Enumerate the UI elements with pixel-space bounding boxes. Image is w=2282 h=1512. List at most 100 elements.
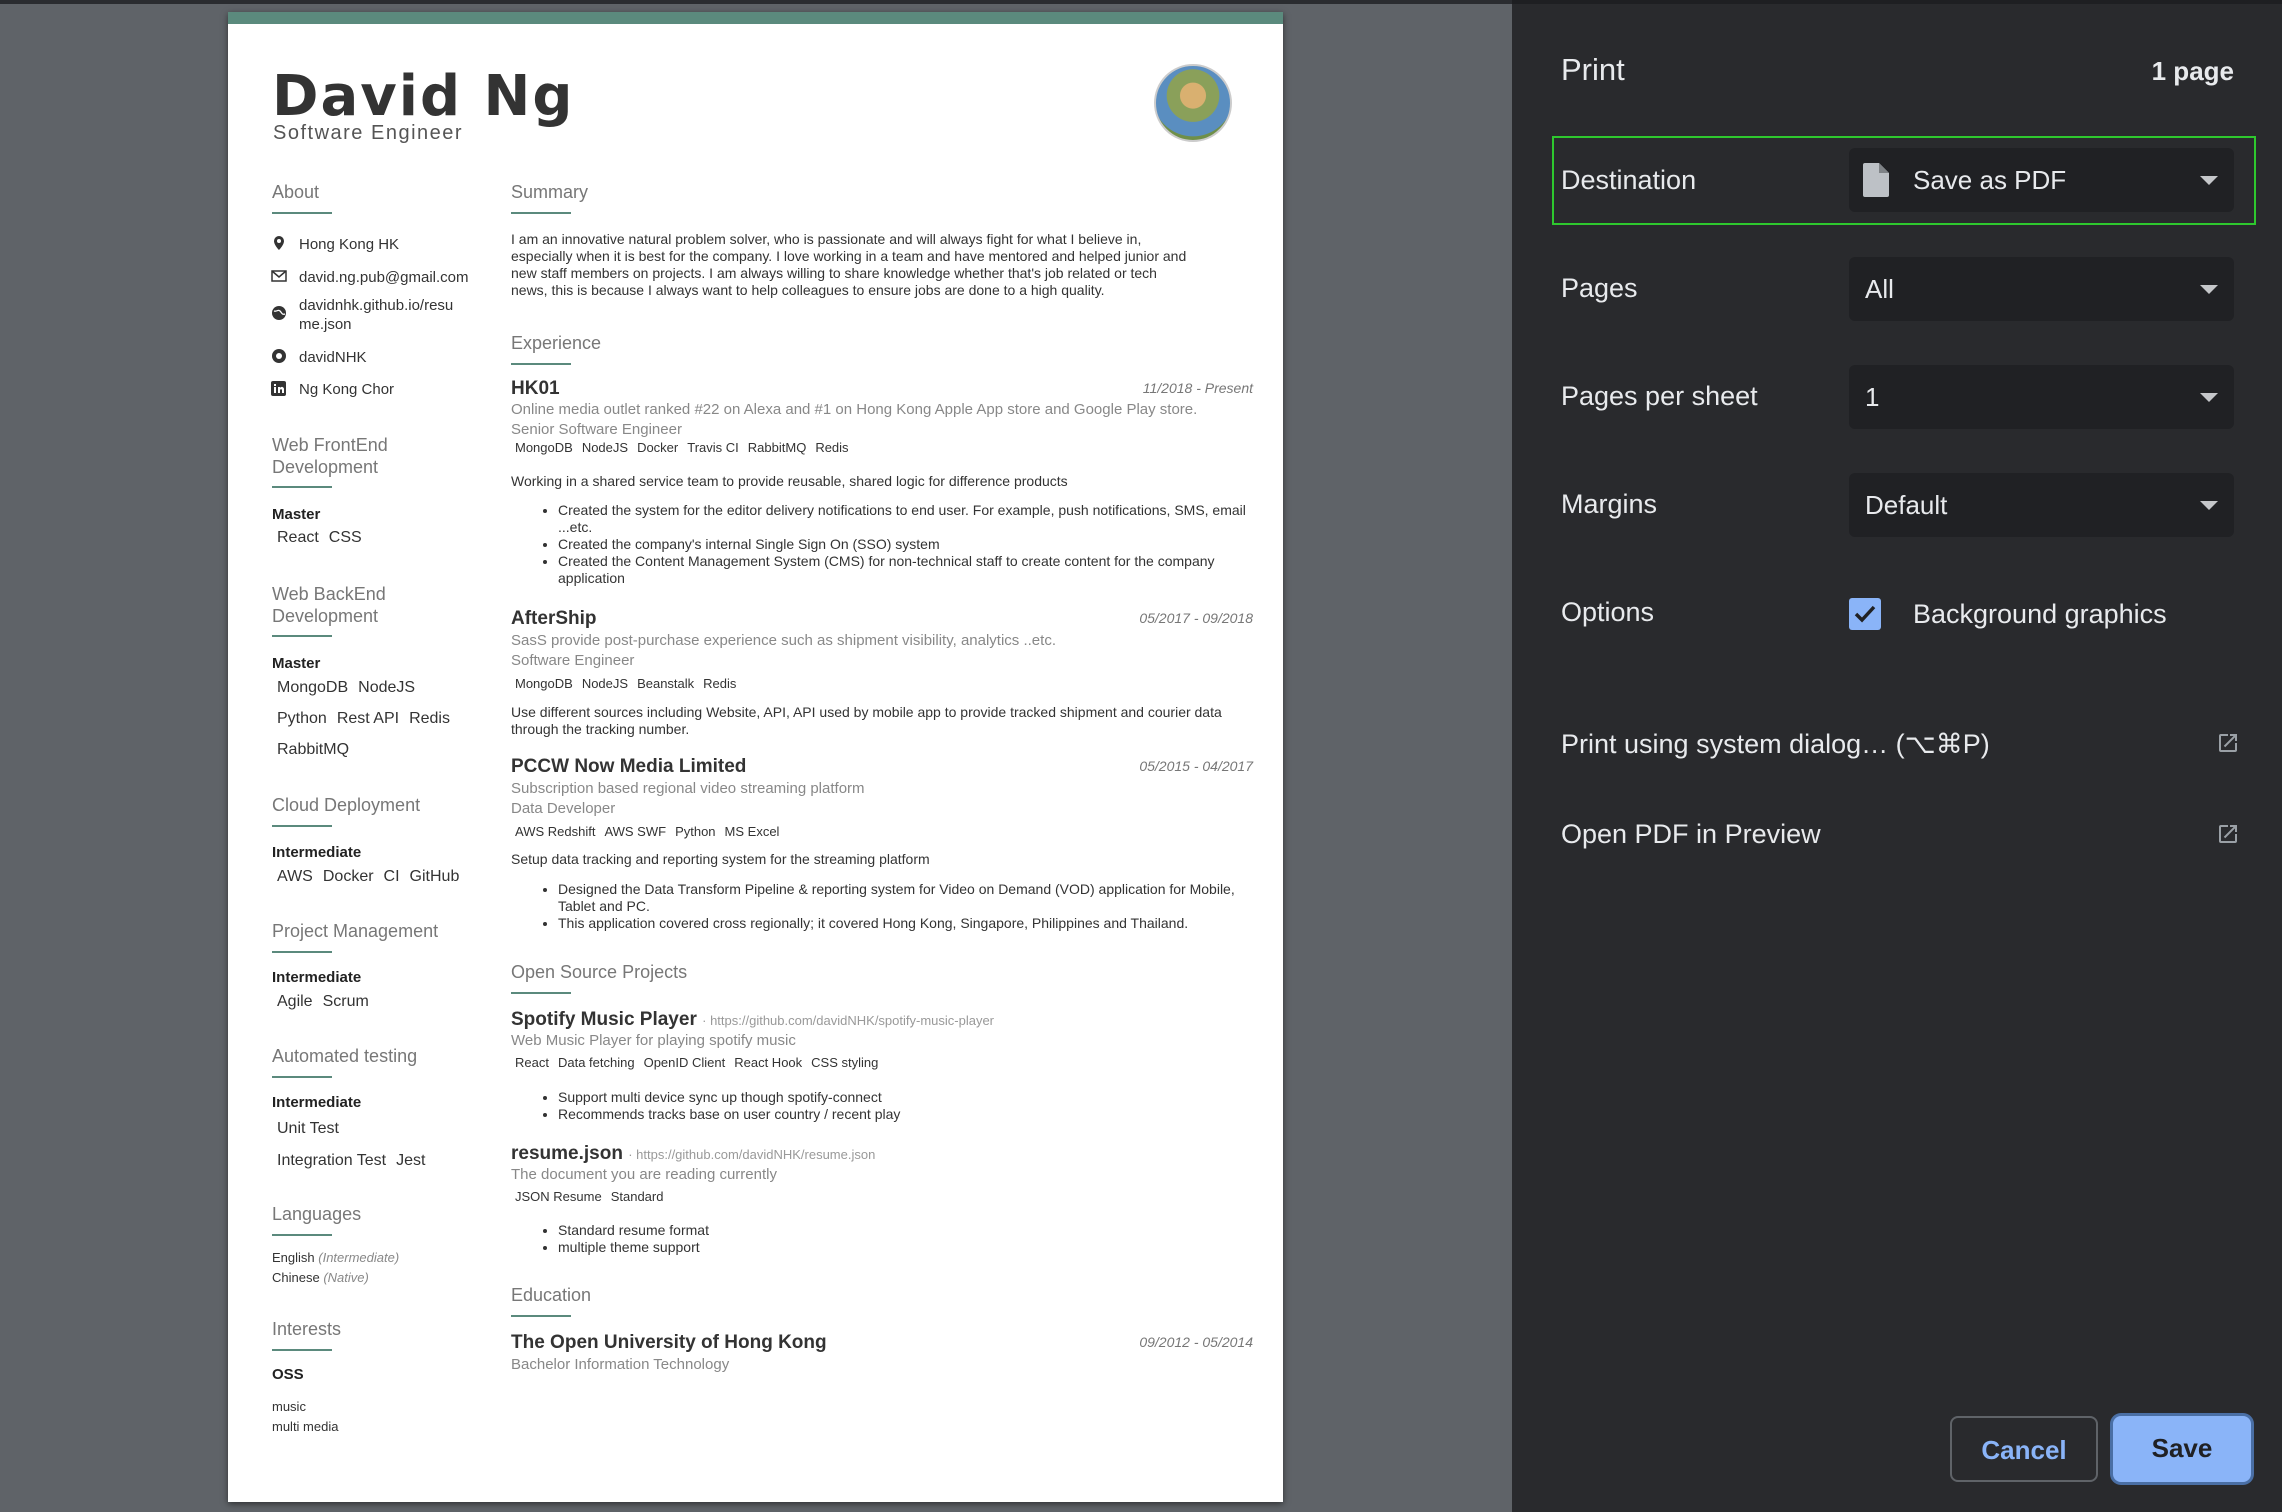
section-underline (511, 212, 571, 214)
background-graphics-checkbox[interactable] (1849, 598, 1881, 630)
education-date: 09/2012 - 05/2014 (1139, 1334, 1253, 1350)
summary-line: I am an innovative natural problem solve… (511, 231, 1142, 247)
job-summary: Setup data tracking and reporting system… (511, 851, 930, 867)
project-highlight: Recommends tracks base on user country /… (558, 1106, 1258, 1123)
pages-label: Pages (1561, 273, 1638, 303)
job-tag: RabbitMQ (747, 440, 807, 455)
skill-heading: Web BackEnd (272, 584, 386, 604)
job-highlight: This application covered cross regionall… (558, 915, 1258, 932)
about-website-line2: me.json (299, 316, 352, 333)
skill-tag: CSS (328, 529, 362, 546)
language-name: Chinese (272, 1270, 320, 1285)
project-tags: React Data fetching OpenID Client React Hoo… (515, 1054, 887, 1072)
job-tag: MongoDB (515, 676, 573, 691)
project-highlights: Standard resume format multiple theme su… (511, 1222, 1258, 1256)
project-tag: CSS styling (811, 1055, 879, 1070)
destination-label: Destination (1561, 165, 1697, 195)
language-item: English (Intermediate) (272, 1250, 399, 1265)
pages-select[interactable]: All (1849, 257, 2234, 321)
job-tag: Docker (637, 440, 679, 455)
globe-icon (272, 306, 286, 320)
project-highlights: Support multi device sync up though spot… (511, 1089, 1258, 1123)
project-description: The document you are reading currently (511, 1166, 777, 1183)
pdf-file-icon (1863, 163, 1889, 197)
skill-tags: Integration Test Jest (277, 1152, 435, 1170)
open-external-icon[interactable] (2216, 822, 2240, 846)
education-institution: The Open University of Hong Kong (511, 1332, 827, 1353)
about-heading: About (272, 182, 320, 202)
open-external-icon[interactable] (2216, 731, 2240, 755)
cancel-button[interactable]: Cancel (1950, 1416, 2098, 1482)
open-pdf-preview-link[interactable]: Open PDF in Preview (1561, 819, 1821, 850)
skill-level: Intermediate (272, 844, 362, 861)
background-graphics-label[interactable]: Background graphics (1913, 599, 2167, 630)
skill-tag: Redis (409, 710, 450, 727)
job-highlight: Created the Content Management System (C… (558, 553, 1258, 587)
job-tag: MongoDB (515, 440, 573, 455)
interest-keyword: multi media (272, 1419, 339, 1434)
section-underline (511, 363, 571, 365)
print-settings-panel: Print 1 page Destination Save as PDF Pag… (1512, 0, 2282, 1512)
summary-text: I am an innovative natural problem solve… (511, 231, 1251, 299)
skill-tag: CI (383, 868, 400, 885)
chevron-down-icon (2200, 501, 2218, 510)
project-title: resume.json · https://github.com/davidNH… (511, 1143, 875, 1165)
resume-role: Software Engineer (273, 122, 464, 144)
skill-tags: React CSS (277, 529, 372, 547)
save-button[interactable]: Save (2113, 1416, 2251, 1482)
experience-heading: Experience (511, 333, 602, 353)
job-company: PCCW Now Media Limited (511, 756, 747, 777)
section-underline (272, 486, 332, 488)
skill-tag: Integration Test (277, 1152, 387, 1169)
pages-per-sheet-select[interactable]: 1 (1849, 365, 2234, 429)
job-highlights: Created the system for the editor delive… (511, 502, 1258, 587)
job-highlights: Designed the Data Transform Pipeline & r… (511, 881, 1258, 932)
project-tag: Standard (610, 1189, 664, 1204)
section-underline (511, 992, 571, 994)
skill-tag: Rest API (336, 710, 400, 727)
github-icon (272, 349, 286, 363)
job-tag: Travis CI (687, 440, 739, 455)
envelope-icon (271, 270, 287, 282)
project-description: Web Music Player for playing spotify mus… (511, 1032, 796, 1049)
about-location: Hong Kong HK (299, 236, 400, 253)
section-underline (272, 212, 332, 214)
pages-value: All (1865, 274, 1894, 304)
skill-tags: AWS Docker CI GitHub (277, 868, 469, 886)
page-count: 1 page (2151, 56, 2234, 86)
job-date: 05/2017 - 09/2018 (1139, 610, 1253, 626)
print-preview-area: David Ng Software Engineer About Hong Ko… (0, 0, 1512, 1512)
job-tag: NodeJS (581, 440, 629, 455)
language-level: (Intermediate) (318, 1250, 400, 1265)
project-name: Spotify Music Player (511, 1009, 697, 1030)
interest-name: OSS (272, 1366, 304, 1383)
avatar (1154, 64, 1232, 142)
chevron-down-icon (2200, 285, 2218, 294)
system-dialog-link[interactable]: Print using system dialog… (⌥⌘P) (1561, 729, 1990, 760)
skill-tag: Docker (322, 868, 374, 885)
destination-select[interactable]: Save as PDF (1849, 148, 2234, 212)
section-underline (272, 635, 332, 637)
skill-tag: Unit Test (277, 1120, 339, 1137)
project-highlight: Support multi device sync up though spot… (558, 1089, 1258, 1106)
language-level: (Native) (323, 1270, 369, 1285)
margins-select[interactable]: Default (1849, 473, 2234, 537)
job-highlight: Created the company's internal Single Si… (558, 536, 1258, 553)
options-label: Options (1561, 597, 1655, 627)
job-tag: AWS SWF (604, 824, 667, 839)
resume-page: David Ng Software Engineer About Hong Ko… (228, 12, 1283, 1502)
about-email: david.ng.pub@gmail.com (299, 269, 469, 286)
skill-heading: Project Management (272, 921, 439, 941)
job-company: HK01 (511, 378, 560, 399)
checkmark-icon (1854, 605, 1876, 623)
job-tag: Redis (815, 440, 849, 455)
job-description: Subscription based regional video stream… (511, 780, 865, 797)
job-tag: Redis (703, 676, 737, 691)
skill-tag: Agile (277, 993, 313, 1010)
pages-per-sheet-value: 1 (1865, 382, 1880, 412)
skill-tags: RabbitMQ (277, 741, 359, 759)
skill-tag: Jest (396, 1152, 426, 1169)
job-tag: MS Excel (724, 824, 780, 839)
skill-level: Intermediate (272, 969, 362, 986)
interest-keyword: music (272, 1399, 306, 1414)
